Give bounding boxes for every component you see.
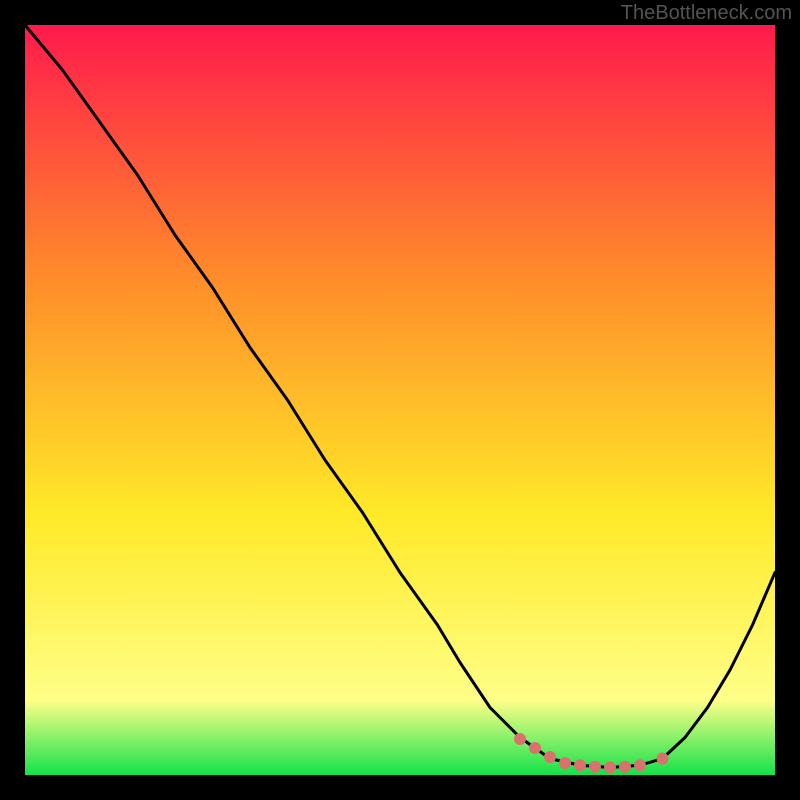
marker-dot [529, 742, 541, 754]
chart-svg [25, 25, 775, 775]
marker-dot [574, 759, 586, 771]
marker-dot [604, 762, 616, 774]
watermark-text: TheBottleneck.com [621, 2, 792, 25]
marker-dot [589, 761, 601, 773]
marker-dot [657, 753, 669, 765]
marker-dot [544, 751, 556, 763]
plot-area [25, 25, 775, 775]
gradient-background [25, 25, 775, 775]
marker-dot [514, 733, 526, 745]
chart-container: TheBottleneck.com [0, 0, 800, 800]
marker-dot [634, 759, 646, 771]
marker-dot [619, 761, 631, 773]
marker-dot [559, 757, 571, 769]
